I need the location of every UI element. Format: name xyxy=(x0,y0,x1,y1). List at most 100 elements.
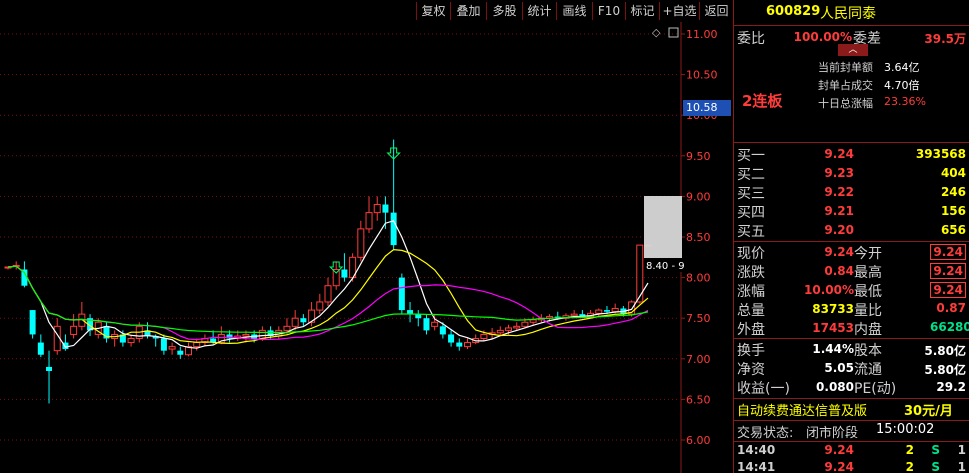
candle-body xyxy=(496,329,504,334)
bid-level-label: 买四 xyxy=(737,205,765,221)
fund-value: 29.2 xyxy=(936,380,966,394)
ad-text[interactable]: 自动续费通达信普及版 xyxy=(737,400,867,419)
consecutive-limit-badge: 2连板 xyxy=(742,92,783,110)
stat-label: 外盘 xyxy=(737,322,765,338)
fund-value: 1.44% xyxy=(812,342,854,356)
toolbar-multi-stock-button[interactable]: 多股 xyxy=(486,2,522,20)
ten-day-value: 23.36% xyxy=(884,95,926,108)
tick-count: 1 xyxy=(957,460,966,473)
candle-body xyxy=(324,285,332,303)
stat-value: 9.24 xyxy=(930,263,966,279)
fund-value: 0.080 xyxy=(816,380,854,394)
candle-body xyxy=(127,338,135,344)
stat-value: 9.24 xyxy=(824,245,854,259)
tick-time: 14:41 xyxy=(737,460,776,473)
candle-body xyxy=(529,319,537,323)
stat-value: 9.24 xyxy=(930,282,966,298)
candle-body xyxy=(357,228,365,258)
toolbar-mark-button[interactable]: 标记 xyxy=(625,2,659,20)
y-tick-label: 8.00 xyxy=(686,272,711,285)
stat-value: 17453 xyxy=(812,321,854,335)
toolbar-draw-button[interactable]: 画线 xyxy=(556,2,592,20)
fund-value: 5.80亿 xyxy=(924,363,966,377)
toolbar-overlay-button[interactable]: 叠加 xyxy=(450,2,486,20)
y-tick-label: 7.50 xyxy=(686,312,711,325)
ten-day-label: 十日总涨幅 xyxy=(818,97,873,110)
stat-label: 最低 xyxy=(854,284,882,300)
stat-label: 内盘 xyxy=(854,322,882,338)
bid-level-label: 买二 xyxy=(737,167,765,183)
stat-label: 量比 xyxy=(854,303,882,319)
stat-value: 10.00% xyxy=(804,283,854,297)
bid-level-price: 9.24 xyxy=(824,147,854,161)
toolbar-add-watchlist-button[interactable]: +自选 xyxy=(659,2,699,20)
hover-box xyxy=(644,196,682,258)
candle-body xyxy=(603,310,610,312)
kline-chart[interactable]: 11.0010.5010.009.509.008.508.007.507.006… xyxy=(0,22,733,473)
stat-value: 66280 xyxy=(930,320,969,334)
candle-body xyxy=(448,334,455,343)
candle-body xyxy=(193,342,201,348)
tick-count: 1 xyxy=(957,443,966,457)
toolbar-stats-button[interactable]: 统计 xyxy=(522,2,556,20)
fund-label: 净资 xyxy=(737,362,765,378)
ad-price[interactable]: 30元/月 xyxy=(904,400,953,419)
expand-icon xyxy=(668,27,679,38)
stock-title-row: 600829 人民同泰 xyxy=(734,0,969,26)
bid-level-price: 9.20 xyxy=(824,223,854,237)
weibi-label: 委比 xyxy=(737,31,765,47)
candle-body xyxy=(160,338,167,351)
candlestick-svg[interactable]: 11.0010.5010.009.509.008.508.007.507.006… xyxy=(0,22,733,473)
candle-body xyxy=(570,313,578,317)
trade-status-time: 15:00:02 xyxy=(876,422,935,437)
candle-body xyxy=(456,342,463,347)
candle-body xyxy=(177,350,184,355)
candle-body xyxy=(29,310,36,335)
candle-body xyxy=(463,342,471,348)
stock-code: 600829 xyxy=(766,4,821,19)
seal-amount-value: 3.64亿 xyxy=(884,61,920,74)
fund-label: PE(动) xyxy=(854,381,897,397)
seal-ratio-value: 4.70倍 xyxy=(884,79,920,92)
bid-level-price: 9.21 xyxy=(824,204,854,218)
candle-body xyxy=(439,326,446,335)
y-tick-label: 8.50 xyxy=(686,231,711,244)
y-tick-label: 9.50 xyxy=(686,150,711,163)
candle-body xyxy=(521,321,529,327)
toolbar-fuquan-button[interactable]: 复权 xyxy=(416,2,450,20)
bid-level-label: 买一 xyxy=(737,148,765,164)
candle-body xyxy=(316,301,324,311)
stat-value: 83733 xyxy=(812,302,854,316)
bid-level-price: 9.23 xyxy=(824,166,854,180)
fund-label: 流通 xyxy=(854,362,882,378)
tick-side: S xyxy=(931,443,940,457)
toolbar-f10-button[interactable]: F10 xyxy=(592,2,625,20)
tick-price: 9.24 xyxy=(824,460,854,473)
candle-body xyxy=(258,329,266,340)
candle-body xyxy=(168,346,176,350)
stat-value: 9.24 xyxy=(930,244,966,260)
stock-name: 人民同泰 xyxy=(820,6,876,22)
toolbar-back-button[interactable]: 返回 xyxy=(699,2,733,20)
y-tick-label: 11.00 xyxy=(686,28,718,41)
candle-body xyxy=(431,321,439,327)
bid-level-volume: 393568 xyxy=(915,147,966,161)
tick-time: 14:40 xyxy=(737,443,776,457)
weibi-value: 100.00% xyxy=(793,30,852,44)
trade-status-label: 交易状态: xyxy=(737,426,794,441)
candle-body xyxy=(283,325,291,331)
y-tick-label: 7.00 xyxy=(686,353,711,366)
candle-body xyxy=(46,366,53,371)
candle-body xyxy=(480,333,488,340)
stat-label: 今开 xyxy=(854,246,882,262)
bid-level-volume: 656 xyxy=(940,223,966,237)
seal-amount-label: 当前封单额 xyxy=(818,61,873,74)
collapse-chevron-icon[interactable]: ︿ xyxy=(838,44,868,56)
bid-level-label: 买三 xyxy=(737,186,765,202)
y-tick-label: 9.00 xyxy=(686,190,711,203)
stat-label: 总量 xyxy=(737,303,765,319)
tick-side: S xyxy=(931,460,940,473)
seal-ratio-label: 封单占成交 xyxy=(818,79,873,92)
bid-level-volume: 404 xyxy=(940,166,966,180)
stat-label: 涨幅 xyxy=(737,284,765,300)
